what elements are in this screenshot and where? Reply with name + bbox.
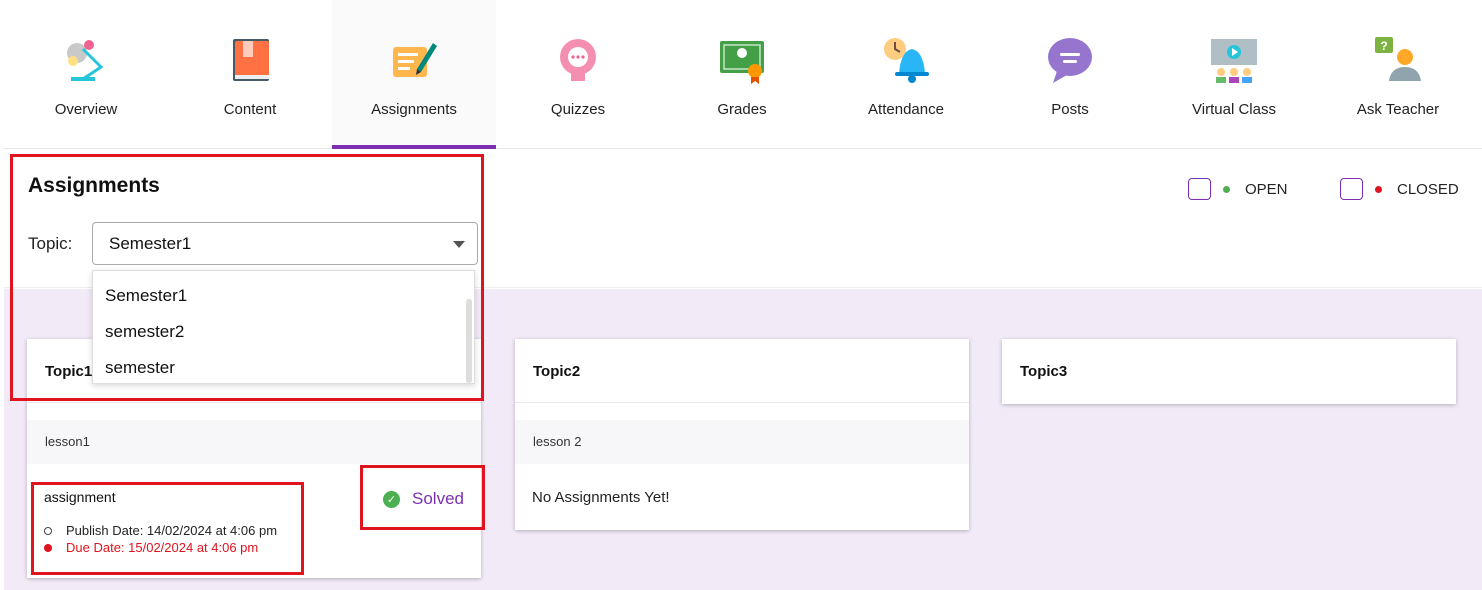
topic-card-3: Topic3 bbox=[1002, 339, 1456, 404]
open-dot-icon bbox=[1223, 185, 1230, 193]
nav-item-virtual-class[interactable]: Virtual Class bbox=[1152, 0, 1316, 148]
highlight-box-assignment bbox=[31, 482, 304, 575]
lesson-title: lesson 2 bbox=[533, 434, 582, 449]
nav-item-ask-teacher[interactable]: ? Ask Teacher bbox=[1316, 0, 1480, 148]
legend-closed: CLOSED bbox=[1340, 178, 1459, 200]
assignment-icon bbox=[393, 43, 437, 77]
closed-filter-checkbox[interactable] bbox=[1340, 178, 1363, 200]
svg-text:?: ? bbox=[1380, 39, 1387, 53]
open-filter-checkbox[interactable] bbox=[1188, 178, 1211, 200]
nav-item-assignments[interactable]: Assignments bbox=[332, 0, 496, 149]
quiz-icon bbox=[560, 39, 596, 81]
bell-icon bbox=[884, 38, 929, 83]
lesson-row[interactable]: lesson 2 bbox=[515, 420, 969, 464]
highlight-box-topic-select bbox=[10, 154, 484, 401]
topic-title: Topic2 bbox=[533, 363, 581, 380]
nav-item-posts[interactable]: Posts bbox=[988, 0, 1152, 148]
topic-card-header: Topic3 bbox=[1002, 339, 1456, 403]
nav-label: Assignments bbox=[371, 101, 457, 118]
nav-item-content[interactable]: Content bbox=[168, 0, 332, 148]
empty-state-text: No Assignments Yet! bbox=[532, 489, 670, 506]
legend-open: OPEN bbox=[1188, 178, 1288, 200]
chat-bubble-icon bbox=[1048, 38, 1092, 83]
nav-label: Quizzes bbox=[550, 101, 606, 118]
question-user-icon: ? bbox=[1375, 37, 1421, 81]
certificate-icon bbox=[720, 41, 764, 84]
lamp-icon bbox=[67, 40, 104, 81]
highlight-box-status bbox=[360, 465, 485, 530]
closed-dot-icon bbox=[1375, 185, 1382, 193]
nav-item-attendance[interactable]: Attendance bbox=[824, 0, 988, 148]
nav-item-grades[interactable]: Grades bbox=[660, 0, 824, 148]
nav-item-quizzes[interactable]: Quizzes bbox=[496, 0, 660, 148]
course-nav: Overview Content Assignments Quizzes Gra… bbox=[4, 0, 1482, 149]
nav-label: Virtual Class bbox=[1192, 101, 1276, 118]
nav-label: Grades bbox=[717, 101, 767, 118]
nav-label: Posts bbox=[1051, 101, 1089, 118]
closed-label: CLOSED bbox=[1397, 180, 1459, 198]
topic-title: Topic3 bbox=[1020, 363, 1068, 380]
nav-label: Content bbox=[223, 101, 277, 118]
nav-label: Ask Teacher bbox=[1356, 101, 1440, 118]
topic-card-header: Topic2 bbox=[515, 339, 969, 403]
nav-label: Attendance bbox=[868, 101, 944, 118]
nav-label: Overview bbox=[54, 101, 118, 118]
open-label: OPEN bbox=[1245, 180, 1288, 198]
video-class-icon bbox=[1211, 39, 1257, 83]
lesson-title: lesson1 bbox=[45, 434, 90, 449]
book-icon bbox=[233, 39, 269, 81]
nav-item-overview[interactable]: Overview bbox=[4, 0, 168, 148]
lesson-row[interactable]: lesson1 bbox=[27, 420, 481, 464]
